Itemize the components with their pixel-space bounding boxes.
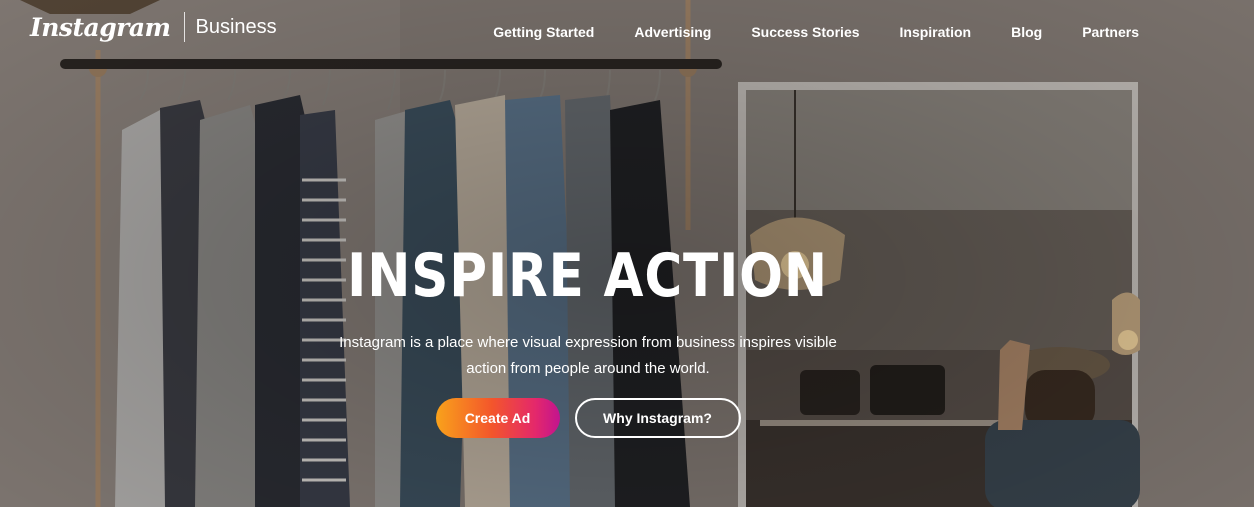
instagram-business-logo[interactable]: Instagram Business (30, 12, 277, 42)
hero-content: INSPIRE ACTION Instagram is a place wher… (0, 238, 1176, 438)
nav-partners[interactable]: Partners (1082, 24, 1139, 40)
nav-success-stories[interactable]: Success Stories (751, 24, 859, 40)
why-instagram-button[interactable]: Why Instagram? (574, 398, 741, 438)
business-label: Business (195, 15, 277, 38)
main-navigation: Getting Started Advertising Success Stor… (453, 24, 1139, 40)
logo-divider (183, 12, 185, 42)
nav-inspiration[interactable]: Inspiration (900, 24, 972, 40)
nav-blog[interactable]: Blog (1011, 24, 1042, 40)
nav-advertising[interactable]: Advertising (634, 24, 711, 40)
nav-getting-started[interactable]: Getting Started (493, 24, 594, 40)
hero-subtext: Instagram is a place where visual expres… (339, 334, 837, 377)
instagram-wordmark: Instagram (30, 12, 171, 42)
hero-headline: INSPIRE ACTION (347, 241, 829, 311)
hero-buttons: Create Ad Why Instagram? (0, 398, 1176, 438)
create-ad-button[interactable]: Create Ad (435, 398, 560, 438)
